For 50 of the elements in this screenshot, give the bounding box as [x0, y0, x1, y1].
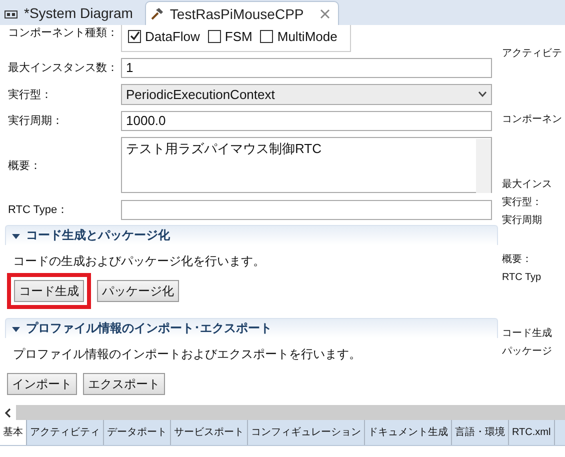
editor-tab[interactable]: *System Diagram	[0, 1, 141, 25]
collapse-icon[interactable]	[12, 324, 20, 332]
action-button[interactable]: エクスポート	[83, 373, 165, 395]
side-label: アクティビテ	[502, 47, 563, 61]
field-label: RTC Type：	[7, 203, 70, 217]
side-label: パッケージ	[502, 345, 553, 359]
dropdown-caret-icon	[478, 91, 487, 97]
side-label: コンポーネン	[502, 113, 563, 127]
page-tab[interactable]: サービスポート	[171, 420, 248, 445]
editor-tab[interactable]: TestRasPiMouseCPP	[144, 1, 339, 25]
side-label: 概要：	[502, 252, 533, 267]
section-header[interactable]: プロファイル情報のインポート･エクスポート	[5, 318, 498, 338]
checkbox[interactable]: DataFlow	[128, 28, 200, 44]
action-button[interactable]: インポート	[7, 373, 77, 395]
page-tab[interactable]: データポート	[104, 420, 171, 445]
page-tab[interactable]: 言語・環境	[452, 420, 509, 445]
input-field[interactable]: 1000.0	[121, 110, 492, 130]
side-label: RTC Typ	[502, 271, 542, 285]
action-button[interactable]: パッケージ化	[97, 280, 179, 302]
collapse-icon[interactable]	[12, 232, 20, 240]
section-description: コードの生成およびパッケージ化を行います。	[13, 253, 266, 270]
checkbox[interactable]: FSM	[208, 28, 252, 44]
side-label: 実行型：	[502, 196, 543, 210]
section-header[interactable]: コード生成とパッケージ化	[5, 225, 498, 245]
description-field[interactable]: テスト用ラズパイマウス制御RTC	[121, 137, 492, 193]
checkbox-box[interactable]	[128, 30, 141, 42]
section-description: プロファイル情報のインポートおよびエクスポートを行います。	[13, 346, 362, 363]
side-label: コード生成	[502, 326, 553, 341]
scrollbar[interactable]	[476, 139, 491, 193]
input-field[interactable]: 1	[121, 58, 492, 78]
checkbox[interactable]: MultiMode	[260, 28, 338, 44]
field-label: 実行型：	[7, 88, 53, 102]
page-tab[interactable]: ドキュメント生成	[365, 420, 452, 445]
page-tab[interactable]: コンフィギュレーション	[248, 420, 365, 445]
side-label: 実行周期	[502, 214, 543, 228]
input-field[interactable]	[121, 200, 492, 220]
checkbox-box[interactable]	[208, 30, 221, 42]
action-button[interactable]: コード生成	[7, 273, 91, 309]
close-icon[interactable]	[320, 8, 330, 18]
dropdown[interactable]: PeriodicExecutionContext	[121, 84, 492, 104]
page-tab[interactable]: RTC.xml	[509, 420, 555, 445]
field-label: 概要：	[7, 158, 42, 172]
side-label: 最大インス	[502, 178, 553, 192]
checkbox-box[interactable]	[260, 30, 274, 42]
hammer-icon	[150, 6, 164, 20]
page-tab[interactable]: 基本	[0, 420, 27, 445]
field-label: 最大インスタンス数：	[7, 61, 119, 75]
field-label: コンポーネント種類：	[7, 26, 119, 40]
page-tab[interactable]: アクティビティ	[27, 420, 104, 445]
field-label: 実行周期：	[7, 114, 64, 128]
